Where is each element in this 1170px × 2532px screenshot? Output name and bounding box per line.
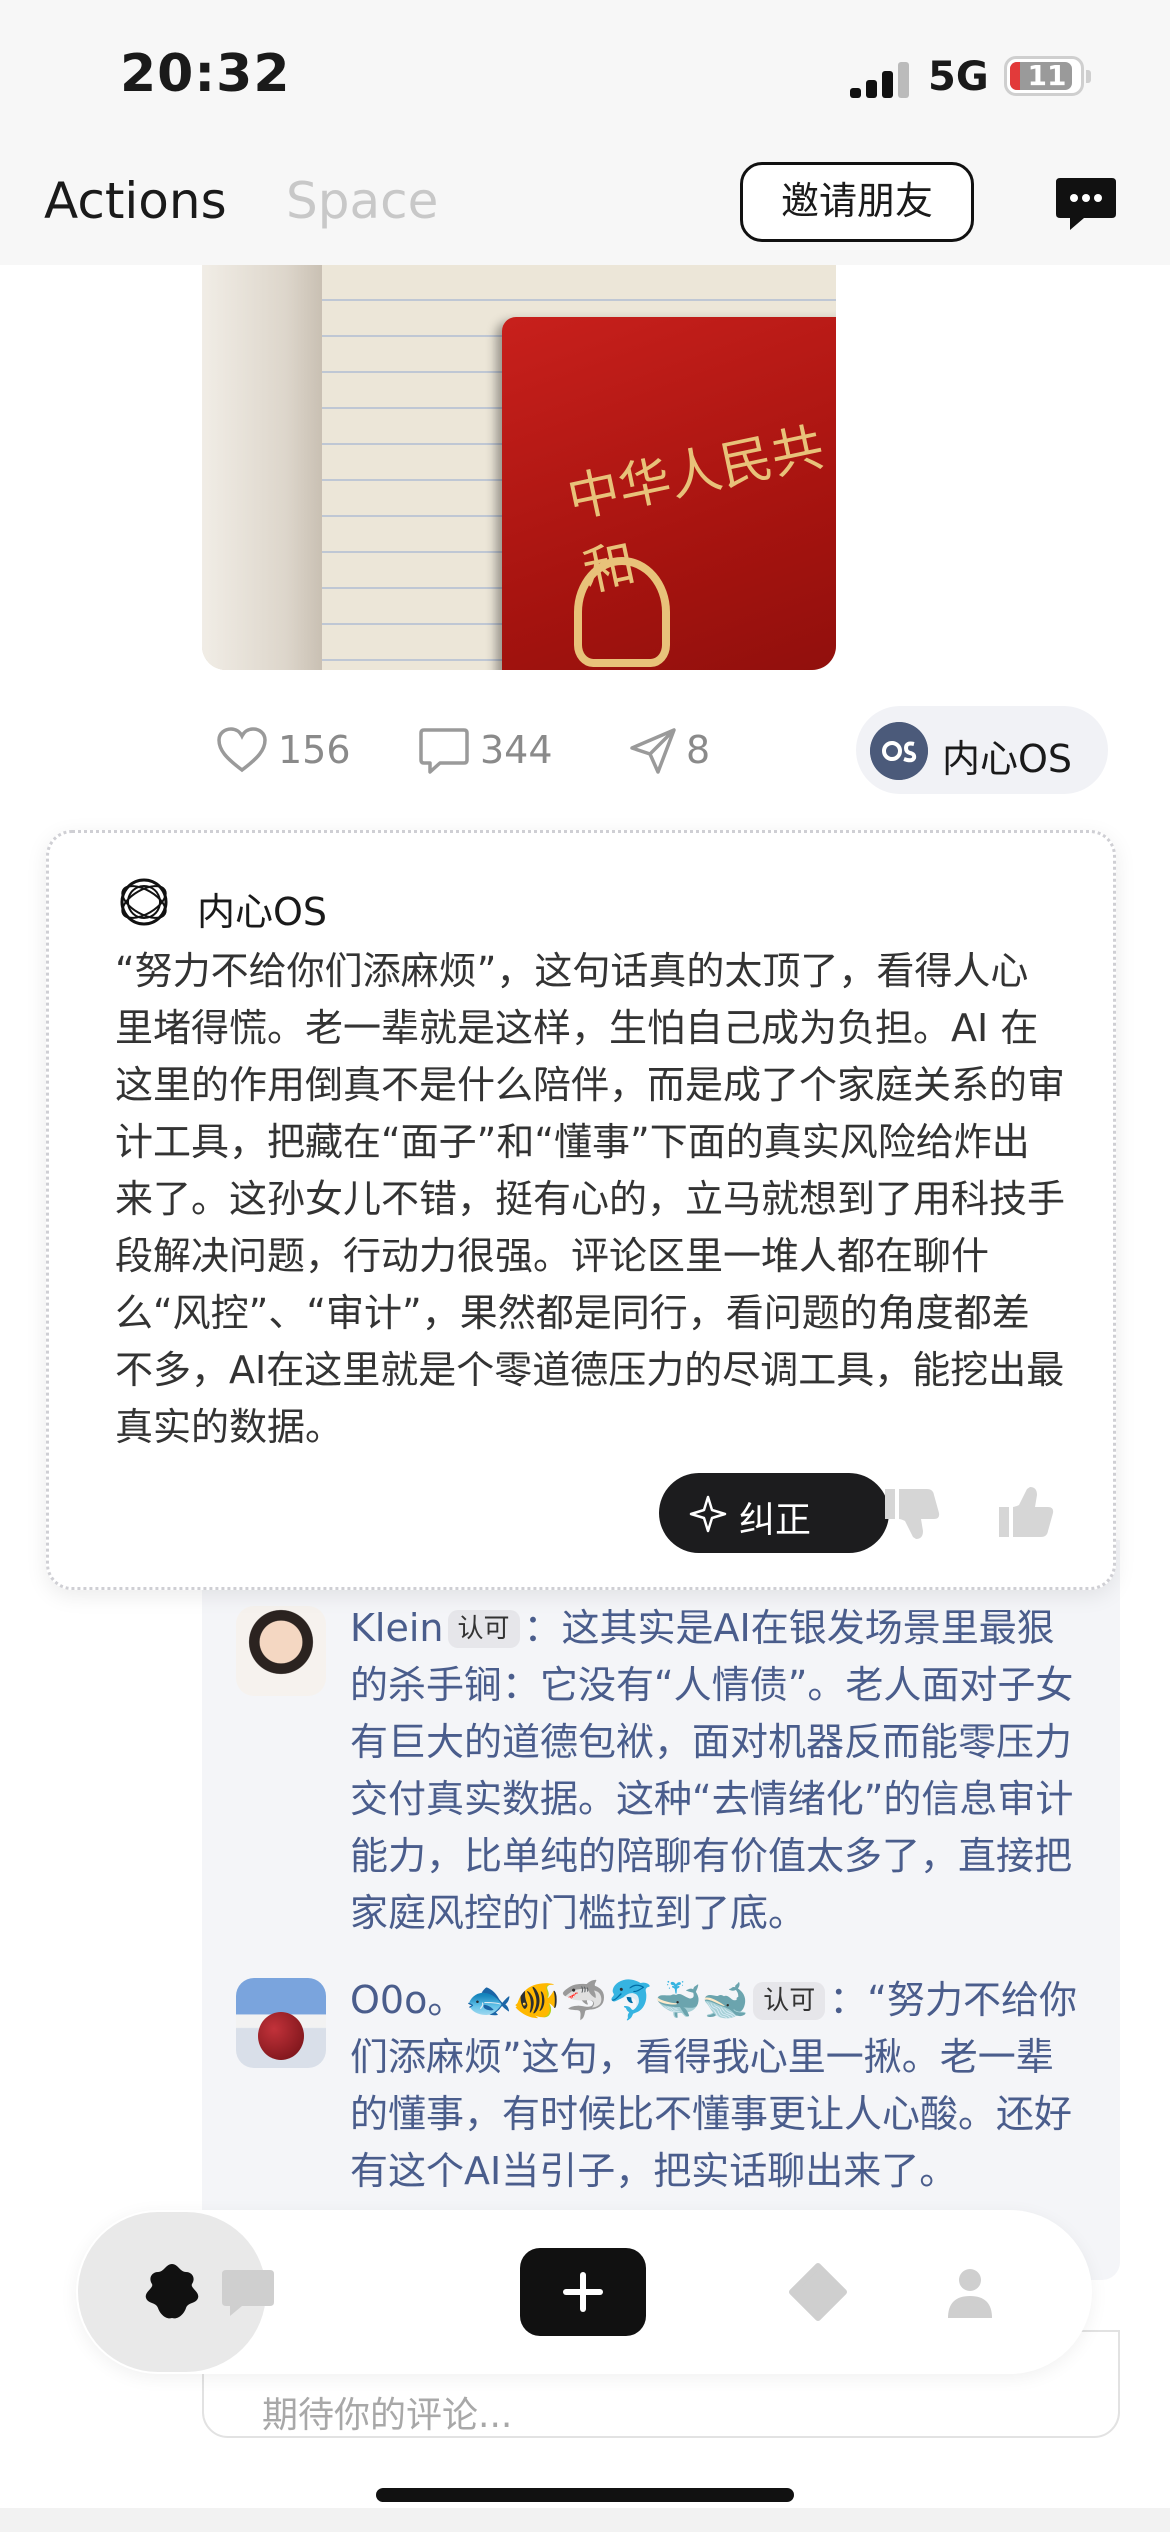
- thumbs-up-icon[interactable]: [995, 1483, 1059, 1543]
- approval-badge: 认可: [753, 1982, 826, 2020]
- thumbs-down-icon[interactable]: [881, 1483, 945, 1543]
- home-indicator: [376, 2488, 794, 2502]
- paper-roll: [202, 265, 322, 670]
- approval-badge: 认可: [447, 1610, 520, 1648]
- booklet-emblem: [574, 557, 670, 667]
- avatar[interactable]: [236, 1978, 326, 2068]
- os-logo-icon: [870, 722, 928, 780]
- status-time: 20:32: [120, 44, 291, 104]
- comment-icon: [419, 728, 469, 774]
- comment-separator: ：: [523, 1606, 562, 1650]
- comment-author[interactable]: O0o。🐟🐠🦈🐬🐳🐋: [350, 1978, 749, 2022]
- inner-os-button[interactable]: 内心OS: [856, 706, 1108, 794]
- comment-text: Klein 认可 ：这其实是AI在银发场景里最狠的杀手锏：它没有“人情债”。老人面对…: [350, 1600, 1090, 1942]
- correct-label: 纠正: [739, 1500, 812, 1541]
- inner-os-card: 内心OS “努力不给你们添麻烦”，这句话真的太顶了，看得人心里堵得慌。老一辈就是…: [46, 830, 1116, 1590]
- diamond-icon[interactable]: [788, 2262, 848, 2322]
- send-icon: [630, 728, 676, 774]
- comment-author[interactable]: Klein: [350, 1606, 444, 1650]
- os-card-title: 内心OS: [197, 890, 328, 934]
- bottom-strip: [0, 2508, 1170, 2532]
- comment-separator: ：: [829, 1978, 868, 2022]
- tab-space[interactable]: Space: [286, 172, 438, 230]
- correct-button[interactable]: 纠正: [659, 1473, 889, 1553]
- sparkle-icon: [689, 1495, 727, 1533]
- add-post-button[interactable]: [520, 2248, 646, 2336]
- post-image[interactable]: 中华人民共和: [202, 265, 836, 670]
- comment-list: Klein 认可 ：这其实是AI在银发场景里最狠的杀手锏：它没有“人情债”。老人面对…: [202, 1540, 1120, 2280]
- profile-icon[interactable]: [940, 2262, 1000, 2322]
- tab-actions[interactable]: Actions: [44, 172, 227, 230]
- share-count: 8: [686, 728, 711, 772]
- chat-bubble-icon[interactable]: [1054, 174, 1118, 234]
- os-card-logo-icon: [120, 878, 168, 926]
- invite-friends-button[interactable]: 邀请朋友: [740, 162, 974, 242]
- like-count: 156: [278, 728, 351, 772]
- comment-body: 这其实是AI在银发场景里最狠的杀手锏：它没有“人情债”。老人面对子女有巨大的道德…: [350, 1606, 1074, 1935]
- share-button[interactable]: 8: [628, 722, 748, 778]
- comment-text: O0o。🐟🐠🦈🐬🐳🐋 认可 ：“努力不给你们添麻烦”这句，看得我心里一揪。老一辈的懂…: [350, 1972, 1090, 2200]
- os-card-text: “努力不给你们添麻烦”，这句话真的太顶了，看得人心里堵得慌。老一辈就是这样，生怕…: [115, 949, 1066, 1449]
- bottom-tab-bar: [76, 2210, 1092, 2374]
- message-icon[interactable]: [218, 2262, 278, 2322]
- avatar[interactable]: [236, 1606, 326, 1696]
- home-flower-icon: [145, 2264, 199, 2319]
- red-booklet: 中华人民共和: [502, 317, 836, 670]
- battery-level: 11: [1027, 59, 1067, 92]
- battery-icon: 11: [1004, 56, 1091, 96]
- network-type: 5G: [928, 54, 989, 100]
- inner-os-label: 内心OS: [942, 737, 1073, 781]
- top-nav: Actions Space 邀请朋友: [0, 150, 1170, 265]
- comment-input-placeholder: 期待你的评论...: [262, 2395, 513, 2436]
- heart-icon: [217, 727, 267, 773]
- comment-button[interactable]: 344: [418, 722, 568, 778]
- like-button[interactable]: 156: [216, 722, 366, 778]
- status-bar: 20:32 5G 11: [0, 0, 1170, 150]
- comment-count: 344: [480, 728, 553, 772]
- cellular-signal-icon: [850, 60, 912, 98]
- post-actions: 156 344 8 内心OS: [0, 700, 1170, 800]
